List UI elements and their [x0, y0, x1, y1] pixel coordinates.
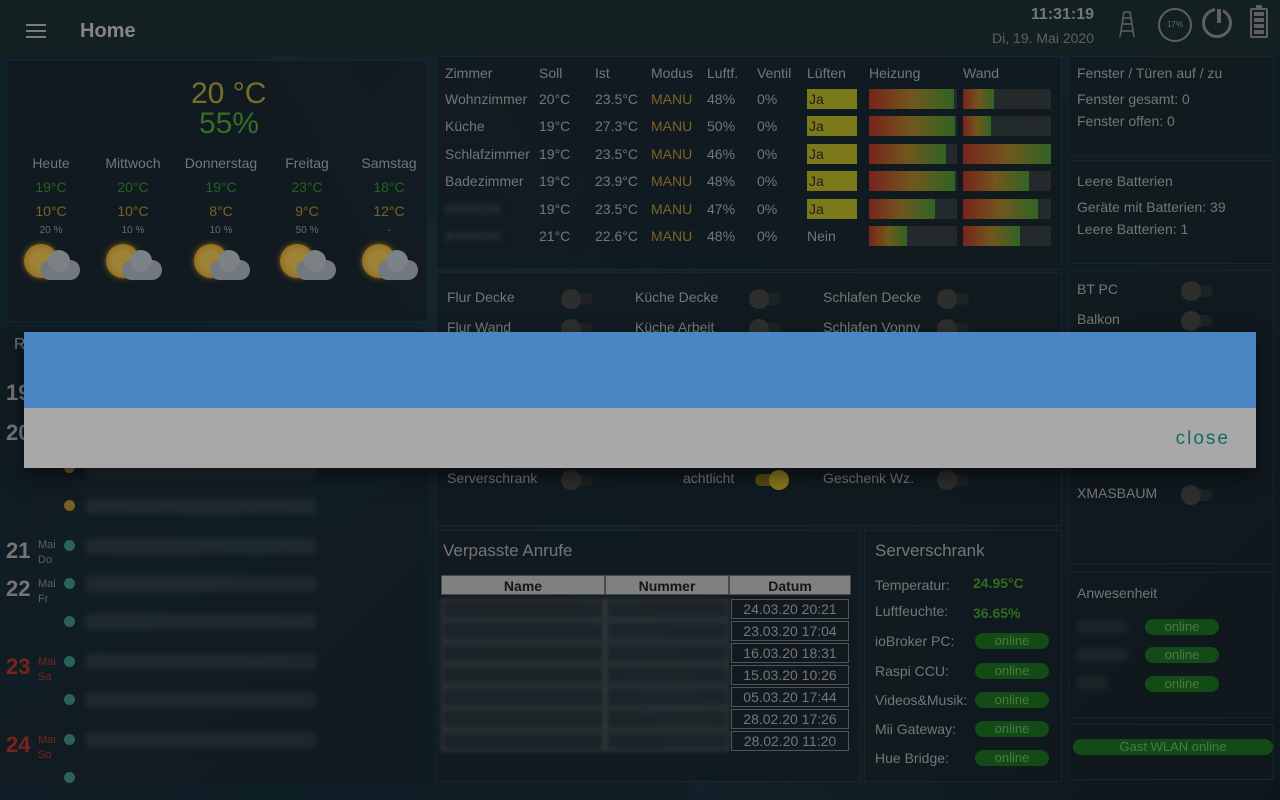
dialog-header	[24, 332, 1256, 408]
modal-dialog: close	[24, 332, 1256, 468]
close-button[interactable]: close	[1176, 428, 1230, 450]
dialog-footer: close	[24, 408, 1256, 468]
